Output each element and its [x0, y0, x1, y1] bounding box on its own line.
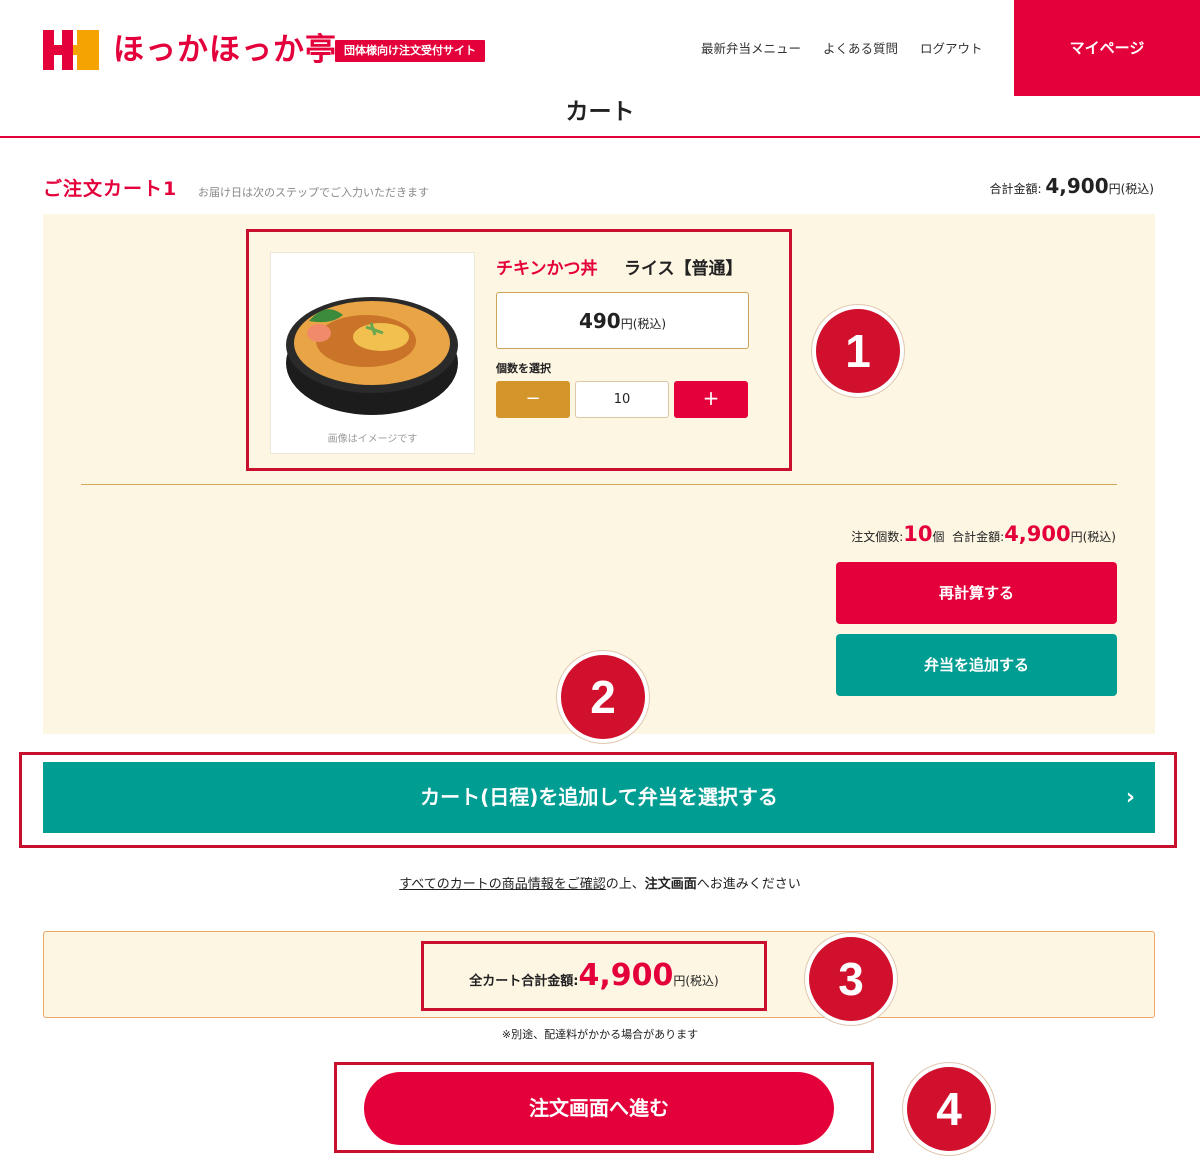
mypage-button[interactable]: マイページ — [1014, 0, 1200, 96]
site-header: ほっかほっか亭 団体様向け注文受付サイト 最新弁当メニュー よくある質問 ログア… — [0, 0, 1200, 138]
callout-badge-2: 2 — [557, 651, 649, 743]
quantity-decrease-button[interactable]: − — [496, 381, 570, 418]
grand-total-label: 全カート合計金額: — [469, 974, 579, 989]
confirm-text-2: へお進みください — [696, 877, 801, 892]
confirm-text-1: の上、 — [605, 877, 645, 892]
logo-mark-icon — [43, 30, 99, 70]
order-count-label: 注文個数: — [851, 530, 904, 544]
add-bento-button[interactable]: 弁当を追加する — [836, 634, 1117, 696]
grand-total-suffix: 円(税込) — [673, 974, 719, 988]
recalculate-button[interactable]: 再計算する — [836, 562, 1117, 624]
logo-wordmark: ほっかほっか亭 — [113, 32, 337, 68]
callout-badge-3: 3 — [805, 933, 897, 1025]
nav-latest-menu[interactable]: 最新弁当メニュー — [701, 40, 801, 58]
item-photo: 画像はイメージです — [270, 252, 475, 454]
proceed-to-order-button[interactable]: 注文画面へ進む — [364, 1072, 834, 1145]
add-cart-schedule-label: カート(日程)を追加して弁当を選択する — [420, 785, 778, 809]
item-price-suffix: 円(税込) — [620, 317, 667, 331]
order-count-value: 10 — [903, 522, 933, 546]
item-name: チキンかつ丼 — [496, 259, 598, 279]
summary-total-label: 合計金額: — [952, 530, 1005, 544]
shipping-note: ※別途、配達料がかかる場合があります — [501, 1028, 699, 1041]
page-title: カート — [565, 99, 635, 125]
site-tagline-badge: 団体様向け注文受付サイト — [335, 40, 485, 62]
confirm-order-screen: 注文画面 — [644, 877, 697, 892]
item-image-caption: 画像はイメージです — [327, 434, 418, 445]
add-cart-schedule-button[interactable]: カート(日程)を追加して弁当を選択する › — [43, 762, 1155, 833]
quantity-input[interactable]: 10 — [575, 381, 669, 418]
quantity-label: 個数を選択 — [496, 362, 551, 375]
item-option: ライス【普通】 — [624, 259, 743, 279]
grand-total: 全カート合計金額:4,900円(税込) — [421, 941, 767, 1011]
callout-badge-1: 1 — [812, 305, 904, 397]
bento-bowl-icon — [286, 297, 458, 415]
cart-total-top: 合計金額: 4,900円(税込) — [989, 174, 1154, 198]
site-logo[interactable]: ほっかほっか亭 — [43, 30, 337, 70]
item-price: 490円(税込) — [496, 292, 749, 349]
summary-total-value: 4,900 — [1004, 522, 1071, 546]
confirm-instruction: すべてのカートの商品情報をご確認の上、注文画面へお進みください — [0, 873, 1200, 892]
nav-faq[interactable]: よくある質問 — [823, 40, 898, 58]
header-nav: 最新弁当メニュー よくある質問 ログアウト — [701, 40, 983, 58]
item-price-value: 490 — [578, 309, 621, 333]
cart-total-label: 合計金額: — [989, 182, 1042, 196]
order-count-unit: 個 — [932, 530, 945, 544]
cart-title: ご注文カート1 — [43, 178, 178, 200]
cart-summary: 注文個数:10個 合計金額:4,900円(税込) — [851, 522, 1116, 546]
confirm-all-carts-link[interactable]: すべてのカートの商品情報をご確認 — [399, 877, 606, 892]
quantity-increase-button[interactable]: + — [674, 381, 748, 418]
cart-divider — [81, 484, 1117, 485]
cart-total-value: 4,900 — [1045, 174, 1109, 198]
cart-note: お届け日は次のステップでご入力いただきます — [198, 186, 429, 199]
callout-badge-4: 4 — [903, 1063, 995, 1155]
chevron-right-icon: › — [1125, 785, 1135, 810]
nav-logout[interactable]: ログアウト — [920, 40, 983, 58]
summary-total-suffix: 円(税込) — [1070, 530, 1116, 544]
grand-total-value: 4,900 — [578, 958, 674, 993]
cart-total-suffix: 円(税込) — [1108, 182, 1154, 196]
